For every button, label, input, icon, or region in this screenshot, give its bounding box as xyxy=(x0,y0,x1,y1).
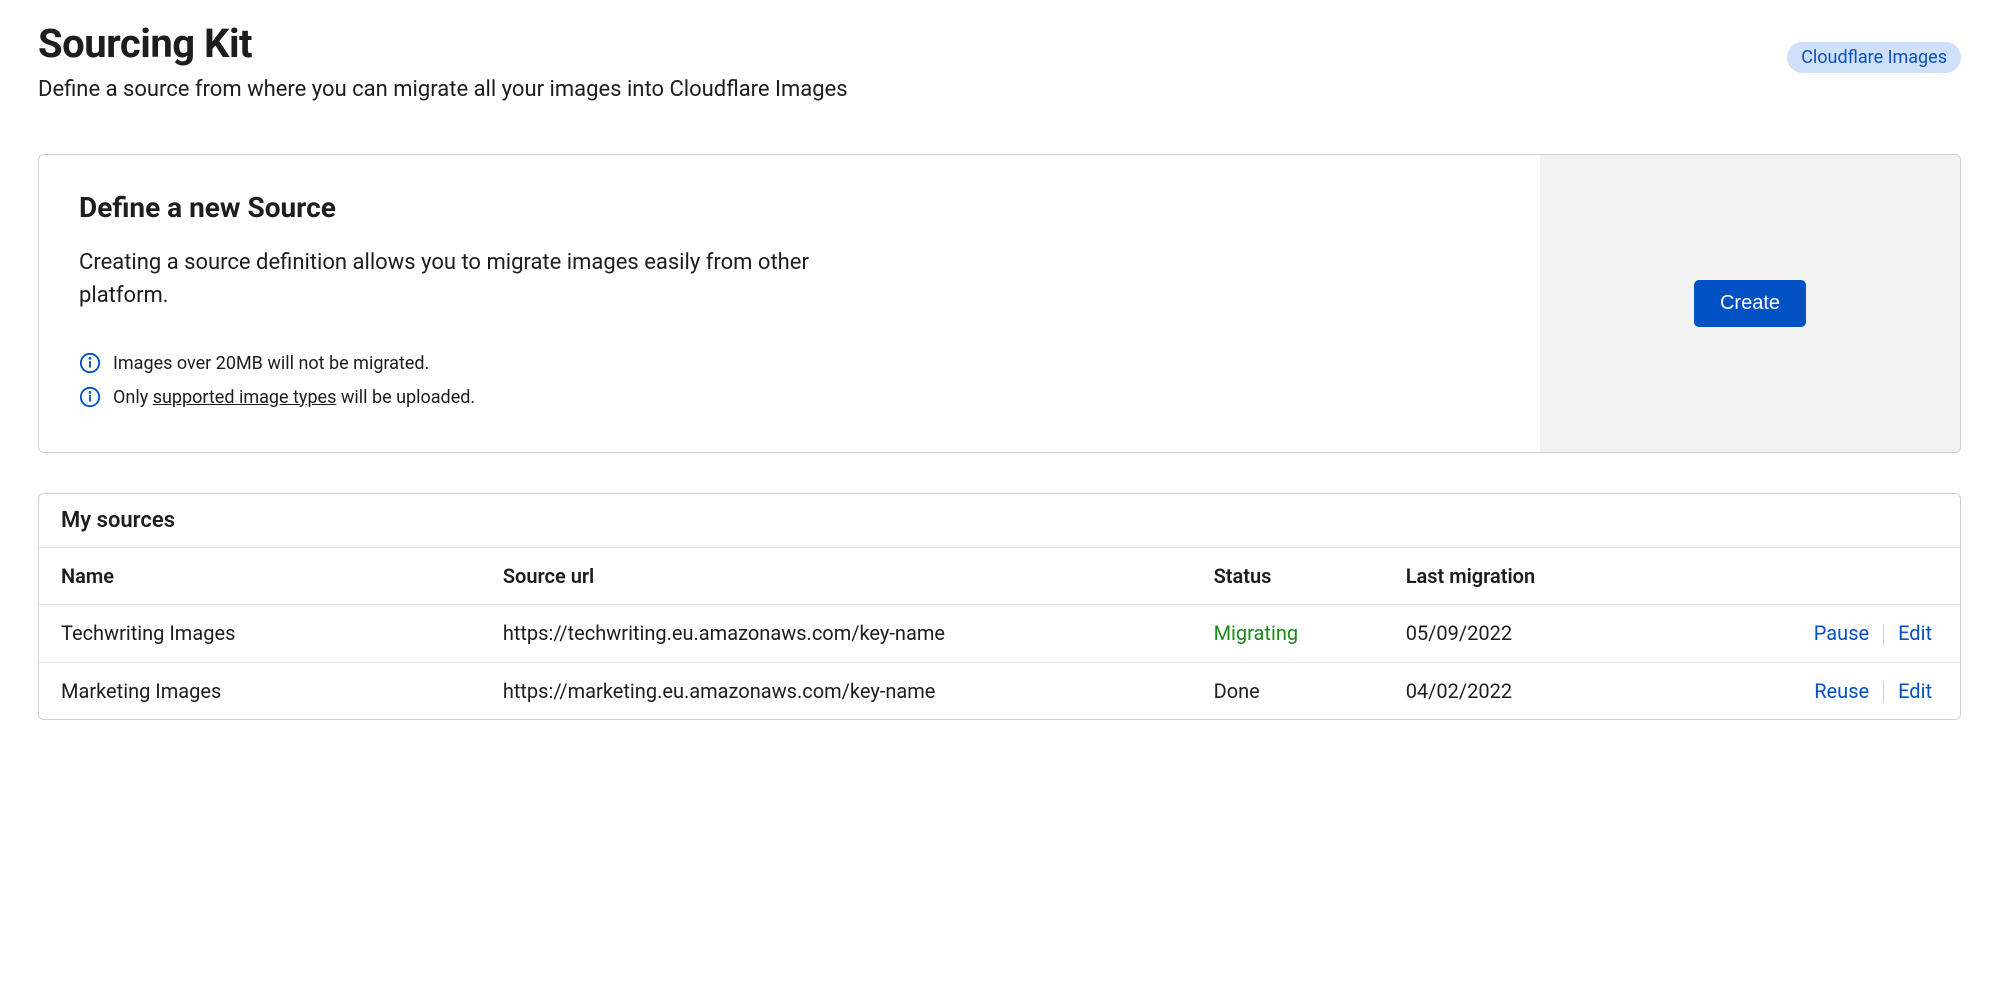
info-supported-types: Only supported image types will be uploa… xyxy=(79,386,1500,408)
source-actions: Pause Edit xyxy=(1653,605,1960,663)
source-last-migration: 05/09/2022 xyxy=(1384,605,1653,663)
info-supported-types-text: Only supported image types will be uploa… xyxy=(113,387,475,408)
info-icon xyxy=(79,352,101,374)
panel-description: Creating a source definition allows you … xyxy=(79,246,879,312)
sources-title: My sources xyxy=(39,494,1960,548)
supported-types-link[interactable]: supported image types xyxy=(153,387,337,408)
col-actions xyxy=(1653,548,1960,605)
col-name: Name xyxy=(39,548,481,605)
source-status: Migrating xyxy=(1192,605,1384,663)
action-edit[interactable]: Edit xyxy=(1892,621,1938,645)
source-name: Marketing Images xyxy=(39,662,481,719)
action-primary[interactable]: Pause xyxy=(1808,621,1875,645)
page-subtitle: Define a source from where you can migra… xyxy=(38,77,848,102)
col-last: Last migration xyxy=(1384,548,1653,605)
info-text-pre: Only xyxy=(113,387,153,408)
source-name: Techwriting Images xyxy=(39,605,481,663)
action-edit[interactable]: Edit xyxy=(1892,679,1938,703)
info-size-limit: Images over 20MB will not be migrated. xyxy=(79,352,1500,374)
col-status: Status xyxy=(1192,548,1384,605)
create-button[interactable]: Create xyxy=(1694,280,1806,327)
info-size-limit-text: Images over 20MB will not be migrated. xyxy=(113,353,429,374)
my-sources-panel: My sources Name Source url Status Last m… xyxy=(38,493,1961,720)
define-source-panel: Define a new Source Creating a source de… xyxy=(38,154,1961,453)
action-divider xyxy=(1883,681,1884,703)
page-title: Sourcing Kit xyxy=(38,20,848,67)
source-actions: Reuse Edit xyxy=(1653,662,1960,719)
panel-heading: Define a new Source xyxy=(79,191,1500,224)
info-icon xyxy=(79,386,101,408)
sources-table: Name Source url Status Last migration Te… xyxy=(39,548,1960,719)
table-row: Techwriting Imageshttps://techwriting.eu… xyxy=(39,605,1960,663)
action-primary[interactable]: Reuse xyxy=(1808,679,1875,703)
table-row: Marketing Imageshttps://marketing.eu.ama… xyxy=(39,662,1960,719)
info-text-post: will be uploaded. xyxy=(336,387,475,408)
source-last-migration: 04/02/2022 xyxy=(1384,662,1653,719)
product-badge: Cloudflare Images xyxy=(1787,42,1961,73)
action-divider xyxy=(1883,624,1884,646)
source-url: https://techwriting.eu.amazonaws.com/key… xyxy=(481,605,1192,663)
col-url: Source url xyxy=(481,548,1192,605)
source-url: https://marketing.eu.amazonaws.com/key-n… xyxy=(481,662,1192,719)
source-status: Done xyxy=(1192,662,1384,719)
